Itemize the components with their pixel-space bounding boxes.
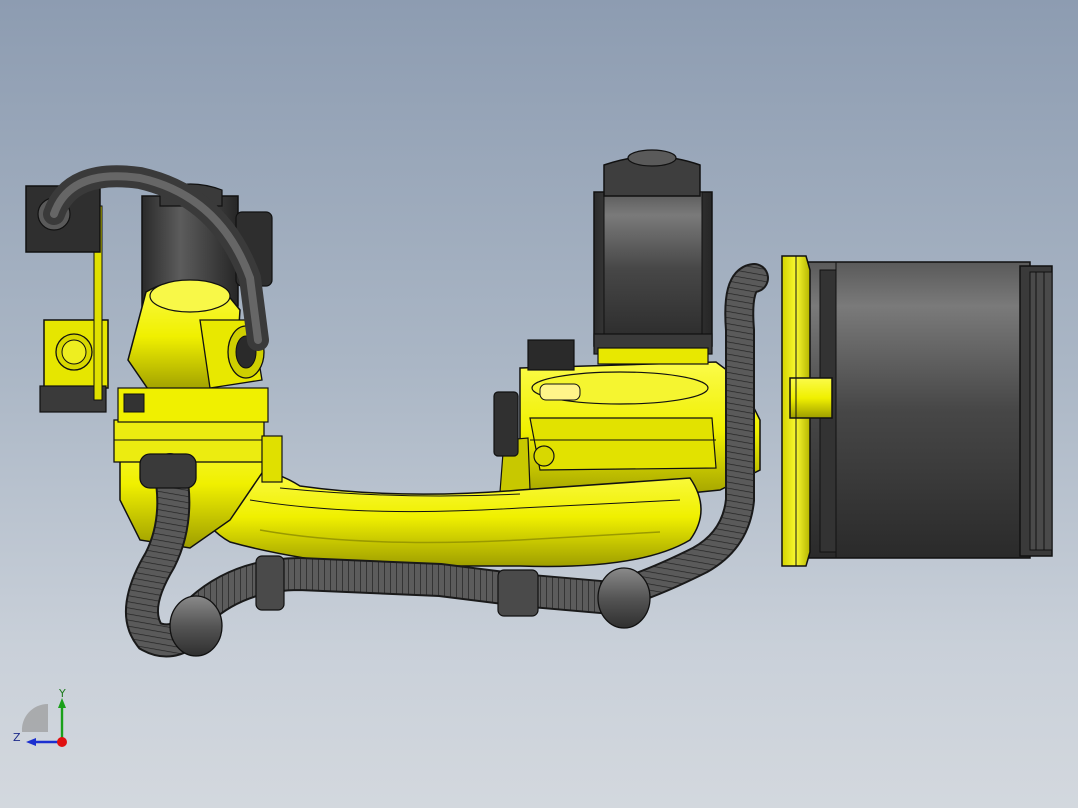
robot-arm-model[interactable]	[0, 0, 1078, 808]
top-servo-motor[interactable]	[593, 149, 713, 365]
x-axis-dot	[57, 737, 67, 747]
z-axis-label: Z	[13, 731, 21, 744]
axis-triad: Y Z	[13, 687, 67, 747]
upper-arm-housing[interactable]	[499, 361, 761, 501]
y-axis-label: Y	[58, 687, 66, 700]
z-axis-arrow	[26, 738, 36, 746]
hose-elbow-fitting-left[interactable]	[169, 595, 223, 657]
rear-drive-motor[interactable]	[807, 261, 1053, 559]
hose-elbow-fitting-right[interactable]	[597, 567, 651, 629]
triad-arc	[21, 703, 48, 732]
3d-viewport[interactable]: Y Z	[0, 0, 1078, 808]
